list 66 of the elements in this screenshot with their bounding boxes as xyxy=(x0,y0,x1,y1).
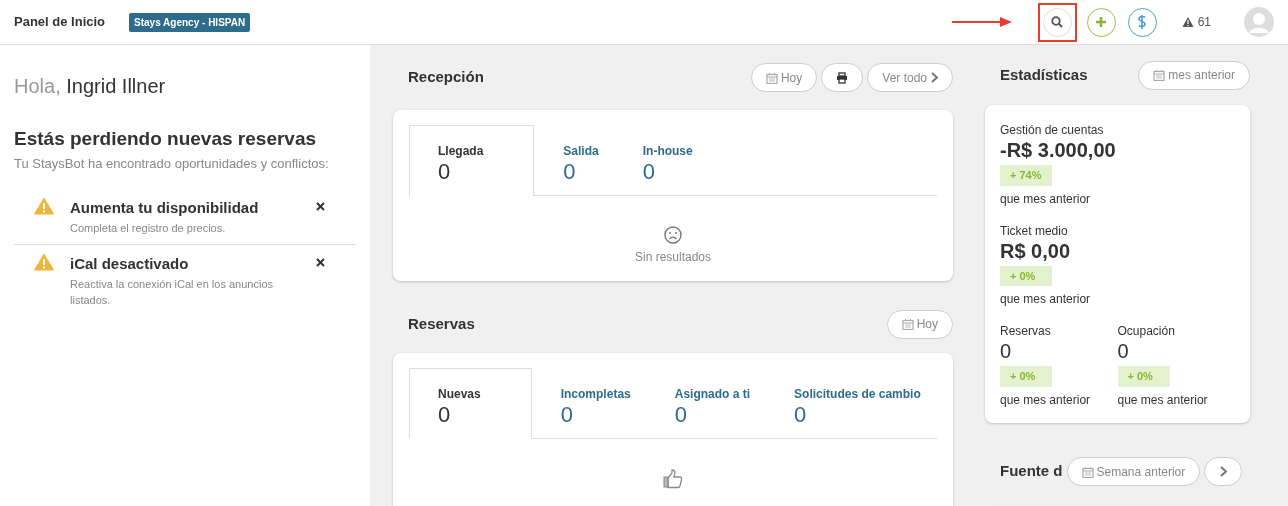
tab[interactable]: Asignado a ti 0 xyxy=(645,368,766,440)
stat-comparison: que mes anterior xyxy=(1000,190,1092,208)
alert-description: Completa el registro de precios. xyxy=(70,220,227,236)
calendar-icon xyxy=(1081,465,1094,478)
stat-comparison: que mes anterior xyxy=(1000,291,1092,308)
tab[interactable]: Llegada 0 xyxy=(409,125,535,197)
change-badge: + 0% xyxy=(1117,366,1170,387)
calendar-icon xyxy=(901,318,914,331)
section-title: Fuente d xyxy=(1000,461,1063,482)
close-icon xyxy=(316,258,325,267)
alerts-button[interactable]: 61 xyxy=(1180,12,1212,32)
stat-value: R$ 0,00 xyxy=(1000,239,1072,262)
tab[interactable]: Nuevas 0 xyxy=(409,368,532,440)
section-title: Estadísticas xyxy=(1000,64,1088,85)
section-title: Reservas xyxy=(408,313,475,334)
view-all-button[interactable]: Ver todo xyxy=(867,63,953,92)
close-button[interactable] xyxy=(315,201,326,212)
calendar-icon xyxy=(1153,69,1166,81)
stat-label: Ticket medio xyxy=(1000,222,1069,240)
close-icon xyxy=(316,202,325,211)
empty-message: Sin resultados xyxy=(634,249,711,267)
tab[interactable]: Salida 0 xyxy=(534,125,614,197)
calendar-icon xyxy=(765,71,778,84)
date-filter-button[interactable]: Hoy xyxy=(886,309,953,339)
stat-comparison: que mes anterior xyxy=(1000,391,1092,409)
stat-value: 0 xyxy=(1117,340,1130,362)
warning-icon xyxy=(34,197,54,215)
stat-comparison: que mes anterior xyxy=(1117,391,1209,409)
alert-title: iCal desactivado xyxy=(70,254,190,274)
stat-label: Gestión de cuentas xyxy=(1000,122,1105,139)
stat-value: -R$ 3.000,00 xyxy=(1000,139,1117,161)
section-subtitle: Tu StaysBot ha encontrado oportunidades y conflictos: xyxy=(14,154,330,173)
chevron-right-icon xyxy=(930,72,938,83)
warning-icon xyxy=(1181,16,1194,28)
alert-title: Aumenta tu disponibilidad xyxy=(70,198,260,218)
section-title: Recepción xyxy=(408,67,484,88)
alerts-count: 61 xyxy=(1197,14,1211,31)
date-filter-button[interactable]: Semana anterior xyxy=(1066,457,1201,486)
stat-value: 0 xyxy=(1000,340,1013,362)
dollar-icon xyxy=(1136,14,1149,30)
chevron-right-icon xyxy=(1219,466,1228,477)
user-name: Ingrid Illner xyxy=(66,75,166,97)
close-button[interactable] xyxy=(315,257,326,268)
tab[interactable]: In-house 0 xyxy=(613,125,708,197)
finance-button[interactable] xyxy=(1127,7,1157,37)
section-title: Estás perdiendo nuevas reservas xyxy=(14,127,318,151)
change-badge: + 0% xyxy=(1000,366,1052,387)
search-icon xyxy=(1051,16,1064,28)
tab[interactable]: Solicitudes de cambio 0 xyxy=(765,368,936,440)
stat-label: Ocupación xyxy=(1117,323,1176,340)
tab[interactable]: Incompletas 0 xyxy=(531,368,646,440)
date-filter-button[interactable]: mes anterior xyxy=(1138,60,1250,90)
print-button[interactable] xyxy=(821,63,864,92)
warning-icon xyxy=(34,253,54,271)
printer-icon xyxy=(836,71,849,84)
alert-description: Reactiva la conexión iCal en los anuncios listados. xyxy=(70,276,274,308)
page-title: Panel de Inicio xyxy=(14,13,106,32)
change-badge: + 74% xyxy=(1000,165,1052,186)
change-badge: + 0% xyxy=(1000,265,1052,286)
stat-label: Reservas xyxy=(1000,323,1052,340)
greeting-prefix: Hola, xyxy=(14,75,62,97)
plus-icon xyxy=(1095,16,1108,28)
thumbs-up-icon xyxy=(663,469,683,490)
sad-face-icon xyxy=(664,226,682,245)
date-filter-button[interactable]: Hoy xyxy=(750,63,818,92)
agency-badge: Stays Agency - HISPAN xyxy=(129,12,251,32)
